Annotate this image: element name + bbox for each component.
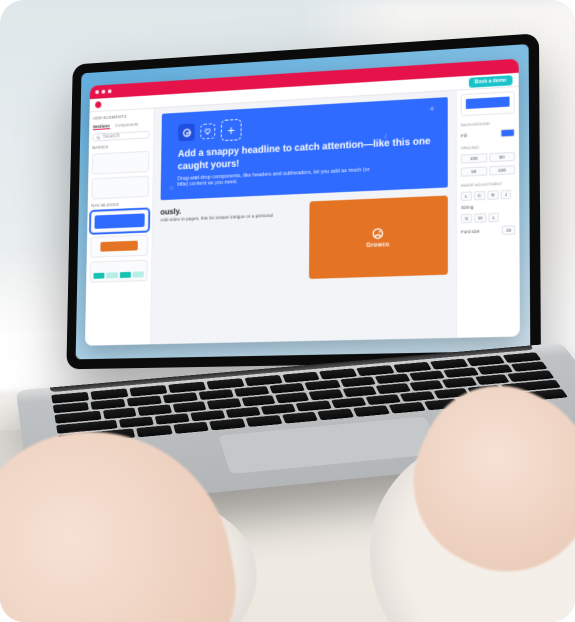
media-brand-label: Growco <box>366 242 389 249</box>
page-builder-app: Book a demo Add elements Sections Compon… <box>85 59 520 346</box>
spacing-left-input[interactable]: 100 <box>489 165 515 175</box>
search-input[interactable]: Search <box>93 131 150 142</box>
group-basics-label: Basics <box>92 142 149 150</box>
hero-section[interactable]: ✦ ♪ ✧ <box>161 97 448 200</box>
section-thumb-columns[interactable] <box>90 260 148 283</box>
favorite-button[interactable] <box>200 123 215 139</box>
section-thumb-media[interactable] <box>90 234 148 257</box>
size-m-button[interactable]: M <box>474 213 486 223</box>
search-icon <box>96 135 101 140</box>
laptop-screen: Book a demo Add elements Sections Compon… <box>76 44 531 359</box>
laptop-lid: Book a demo Add elements Sections Compon… <box>66 33 541 369</box>
align-controls: L C R J <box>461 190 515 201</box>
secondary-row: ously. Add video to pages, this for inst… <box>159 196 448 284</box>
plus-icon: + <box>227 122 235 138</box>
window-dot-max-icon[interactable] <box>108 89 112 93</box>
growco-logo-icon <box>178 123 195 141</box>
spacing-bottom-input[interactable]: 50 <box>461 166 487 176</box>
section-thumb-hero[interactable] <box>91 209 149 232</box>
align-right-button[interactable]: R <box>487 190 499 200</box>
heart-icon <box>204 127 212 135</box>
add-element-button[interactable]: + <box>221 119 242 141</box>
section-thumb-2[interactable] <box>91 176 149 200</box>
sizing-controls: S M L <box>461 212 515 223</box>
hero-icon-row: + <box>178 108 434 144</box>
growco-mark-icon <box>371 226 385 241</box>
group-spacing-label: Spacing <box>461 143 515 151</box>
left-panel: Add elements Sections Components Search … <box>85 108 155 345</box>
photo-scene: Book a demo Add elements Sections Compon… <box>0 0 575 622</box>
spacing-top-input[interactable]: 100 <box>461 153 487 163</box>
search-placeholder: Search <box>102 133 119 140</box>
left-panel-title: Add elements <box>93 113 150 121</box>
sizing-label: Sizing <box>461 205 473 211</box>
align-left-button[interactable]: L <box>461 191 472 201</box>
copy-block[interactable]: ously. Add video to pages, this for inst… <box>160 202 302 224</box>
tab-sections[interactable]: Sections <box>93 123 110 130</box>
book-demo-button[interactable]: Book a demo <box>468 75 512 88</box>
group-image-adjust-label: Image adjustment <box>461 180 515 187</box>
right-panel: Background Fill Spacing 100 50 <box>456 87 520 338</box>
align-justify-button[interactable]: J <box>501 190 512 200</box>
fontsize-label: Font size <box>461 229 480 235</box>
fill-label: Fill <box>461 133 467 138</box>
app-body: Add elements Sections Components Search … <box>85 87 520 346</box>
align-center-button[interactable]: C <box>474 191 485 201</box>
left-panel-tabs: Sections Components <box>93 121 150 130</box>
editor-canvas[interactable]: ✦ ♪ ✧ <box>151 91 456 345</box>
window-dot-min-icon[interactable] <box>102 90 106 94</box>
tab-components[interactable]: Components <box>115 122 138 129</box>
window-dot-close-icon[interactable] <box>95 90 99 94</box>
section-thumb-1[interactable] <box>92 151 150 175</box>
size-s-button[interactable]: S <box>461 214 472 224</box>
size-l-button[interactable]: L <box>488 213 499 223</box>
brand-mark-icon <box>95 101 101 108</box>
spacing-right-input[interactable]: 50 <box>489 152 515 162</box>
minimap-preview[interactable] <box>461 91 515 116</box>
group-background-label: Background <box>461 119 515 127</box>
group-navblocks-label: Nav blocks <box>91 201 148 208</box>
fill-color-swatch[interactable] <box>500 129 514 138</box>
fontsize-input[interactable]: 16 <box>502 225 515 235</box>
media-block[interactable]: Growco <box>309 196 448 279</box>
